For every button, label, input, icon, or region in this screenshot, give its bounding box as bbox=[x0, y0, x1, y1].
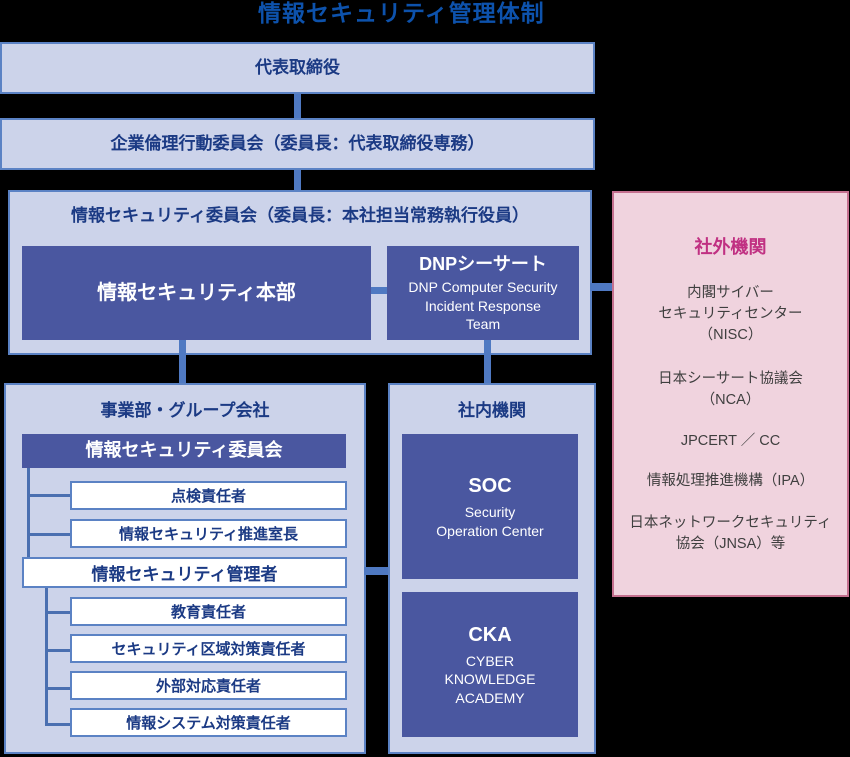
tree-trunk-administrator bbox=[45, 588, 48, 726]
box-dnp-csirt: DNPシーサート DNP Computer Security Incident … bbox=[387, 246, 579, 340]
box-dnp-csirt-subtitle: DNP Computer Security Incident Response … bbox=[408, 279, 558, 332]
box-security-zone-manager-label: セキュリティ区域対策責任者 bbox=[111, 641, 306, 658]
panel-internal-organizations-title: 社内機関 bbox=[458, 401, 526, 420]
external-org-item-nisc: 内閣サイバー セキュリティセンター （NISC） bbox=[658, 285, 803, 344]
external-org-item-nca: 日本シーサート協議会 （NCA） bbox=[658, 371, 803, 409]
org-chart-diagram: 情報セキュリティ管理体制 代表取締役 企業倫理行動委員会（委員長：代表取締役専務… bbox=[0, 0, 850, 757]
box-cka-subtitle: CYBER KNOWLEDGE ACADEMY bbox=[444, 653, 536, 706]
box-education-manager-label: 教育責任者 bbox=[170, 604, 246, 621]
box-representative-director-label: 代表取締役 bbox=[255, 58, 340, 78]
box-external-response-manager: 外部対応責任者 bbox=[70, 671, 347, 700]
box-dnp-csirt-title: DNPシーサート bbox=[419, 254, 547, 275]
tree-branch-promotion-office bbox=[27, 533, 73, 536]
panel-external-organizations: 社外機関 内閣サイバー セキュリティセンター （NISC） 日本シーサート協議会… bbox=[612, 191, 849, 597]
box-information-system-manager-label: 情報システム対策責任者 bbox=[126, 715, 291, 732]
box-inspection-manager: 点検責任者 bbox=[70, 481, 347, 510]
box-soc-subtitle: Security Operation Center bbox=[436, 504, 544, 539]
tree-trunk-committee bbox=[27, 468, 30, 567]
connector-director-to-ethics bbox=[294, 94, 301, 119]
connector-hq-to-division bbox=[179, 340, 186, 383]
page-title: 情報セキュリティ管理体制 bbox=[258, 0, 545, 26]
tree-branch-security-zone bbox=[45, 649, 73, 652]
box-security-zone-manager: セキュリティ区域対策責任者 bbox=[70, 634, 347, 663]
box-information-system-manager: 情報システム対策責任者 bbox=[70, 708, 347, 737]
tree-branch-inspection bbox=[27, 494, 73, 497]
box-cka: CKA CYBER KNOWLEDGE ACADEMY bbox=[402, 592, 578, 737]
box-information-security-headquarters: 情報セキュリティ本部 bbox=[22, 246, 371, 340]
external-org-item-jnsa: 日本ネットワークセキュリティ 協会（JNSA）等 bbox=[629, 515, 832, 553]
tree-branch-external-response bbox=[45, 687, 73, 690]
box-division-security-committee: 情報セキュリティ委員会 bbox=[22, 434, 346, 468]
panel-security-committee-title: 情報セキュリティ委員会（委員長：本社担当常務執行役員） bbox=[71, 206, 529, 225]
box-security-administrator: 情報セキュリティ管理者 bbox=[22, 557, 347, 588]
connector-ethics-to-security-committee bbox=[294, 170, 301, 192]
connector-division-to-internal bbox=[364, 567, 390, 575]
box-division-security-committee-label: 情報セキュリティ委員会 bbox=[85, 440, 283, 461]
panel-division-group-companies-title: 事業部・グループ会社 bbox=[100, 401, 270, 420]
box-education-manager: 教育責任者 bbox=[70, 597, 347, 626]
box-promotion-office-chief-label: 情報セキュリティ推進室長 bbox=[118, 526, 299, 543]
panel-external-organizations-title: 社外機関 bbox=[694, 237, 767, 257]
tree-branch-education bbox=[45, 611, 73, 614]
external-org-item-ipa: 情報処理推進機構（IPA） bbox=[646, 473, 815, 489]
external-org-item-jpcert: JPCERT ／ CC bbox=[680, 433, 781, 449]
box-inspection-manager-label: 点検責任者 bbox=[170, 488, 246, 505]
box-cka-title: CKA bbox=[468, 624, 512, 647]
box-security-administrator-label: 情報セキュリティ管理者 bbox=[91, 565, 278, 584]
box-promotion-office-chief: 情報セキュリティ推進室長 bbox=[70, 519, 347, 548]
tree-branch-information-system bbox=[45, 723, 73, 726]
box-soc: SOC Security Operation Center bbox=[402, 434, 578, 579]
box-corporate-ethics-committee: 企業倫理行動委員会（委員長：代表取締役専務） bbox=[0, 118, 595, 170]
box-corporate-ethics-committee-label: 企業倫理行動委員会（委員長：代表取締役専務） bbox=[110, 134, 485, 154]
box-soc-title: SOC bbox=[468, 475, 512, 498]
box-information-security-headquarters-label: 情報セキュリティ本部 bbox=[97, 281, 296, 304]
box-representative-director: 代表取締役 bbox=[0, 42, 595, 94]
box-external-response-manager-label: 外部対応責任者 bbox=[155, 678, 261, 695]
connector-csirt-to-internal bbox=[484, 340, 491, 383]
